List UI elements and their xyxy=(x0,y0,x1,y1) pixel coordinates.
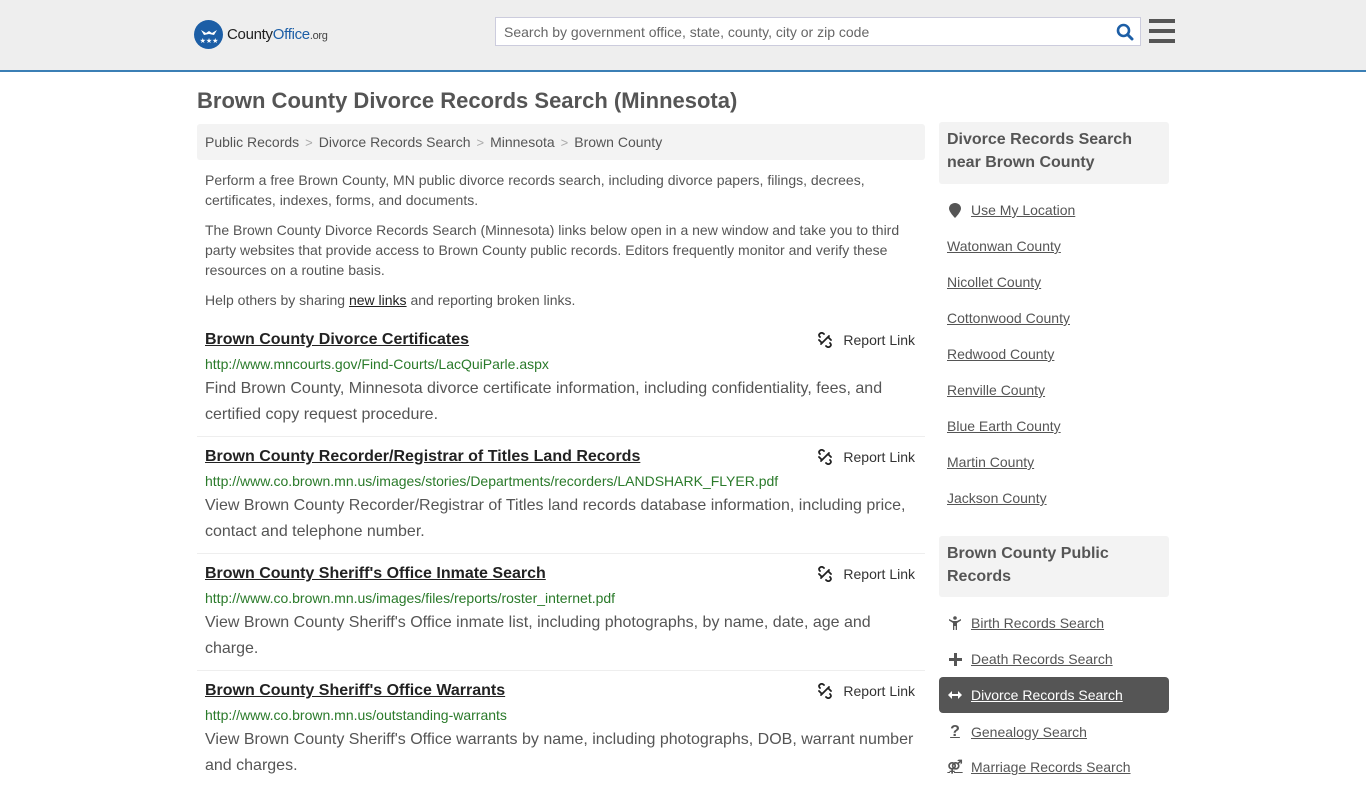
marriage-icon: ⚤ xyxy=(947,759,963,774)
menu-bar-icon xyxy=(1149,19,1175,23)
broken-link-icon xyxy=(818,449,833,465)
result-url[interactable]: http://www.co.brown.mn.us/images/files/r… xyxy=(205,590,615,606)
result-title-link[interactable]: Brown County Sheriff's Office Warrants xyxy=(205,682,505,700)
menu-bar-icon xyxy=(1149,29,1175,33)
result-description: View Brown County Sheriff's Office inmat… xyxy=(205,614,871,657)
result-item: Brown County Sheriff's Office Inmate Sea… xyxy=(197,565,925,671)
breadcrumb-separator: > xyxy=(476,134,485,150)
result-url[interactable]: http://www.mncourts.gov/Find-Courts/LacQ… xyxy=(205,356,549,372)
breadcrumb-brown-county[interactable]: Brown County xyxy=(574,134,662,150)
result-url[interactable]: http://www.co.brown.mn.us/images/stories… xyxy=(205,473,778,489)
logo-text: CountyOffice.org xyxy=(227,26,328,43)
page-title: Brown County Divorce Records Search (Min… xyxy=(197,88,738,113)
marriage-records-label: Marriage Records Search xyxy=(971,759,1131,775)
breadcrumb-public-records[interactable]: Public Records xyxy=(205,134,299,150)
child-icon xyxy=(947,616,963,630)
menu-bar-icon xyxy=(1149,39,1175,43)
search-bar xyxy=(495,17,1141,46)
nearby-heading: Divorce Records Search near Brown County xyxy=(939,122,1169,184)
broken-link-icon xyxy=(818,683,833,699)
nearby-county-link[interactable]: Renville County xyxy=(947,382,1045,398)
help-paragraph: Help others by sharing new links and rep… xyxy=(205,290,905,310)
disclaimer-paragraph: The Brown County Divorce Records Search … xyxy=(205,222,900,278)
result-title-link[interactable]: Brown County Divorce Certificates xyxy=(205,331,469,349)
logo-eagle-icon: ★★★ xyxy=(194,20,223,49)
death-records-link[interactable]: Death Records Search xyxy=(947,651,1113,667)
divorce-records-link[interactable]: Divorce Records Search xyxy=(947,687,1123,703)
nearby-county-link[interactable]: Cottonwood County xyxy=(947,310,1070,326)
search-button[interactable] xyxy=(1110,18,1140,45)
new-links-link[interactable]: new links xyxy=(349,292,407,308)
help-text: Help others by sharing xyxy=(205,292,349,308)
use-my-location-label: Use My Location xyxy=(971,202,1076,218)
result-url[interactable]: http://www.co.brown.mn.us/outstanding-wa… xyxy=(205,707,507,723)
map-marker-icon xyxy=(947,202,963,218)
site-logo[interactable]: ★★★ CountyOffice.org xyxy=(194,20,328,49)
plus-cross-icon xyxy=(947,652,963,666)
svg-text:★★★: ★★★ xyxy=(199,37,218,45)
report-link-label: Report Link xyxy=(843,566,915,582)
report-link-button[interactable]: Report Link xyxy=(817,683,915,699)
nearby-county-link[interactable]: Jackson County xyxy=(947,490,1047,506)
nearby-county-link[interactable]: Redwood County xyxy=(947,346,1054,362)
breadcrumb-separator: > xyxy=(305,134,313,150)
breadcrumb-minnesota[interactable]: Minnesota xyxy=(490,134,555,150)
nearby-county-link[interactable]: Nicollet County xyxy=(947,274,1041,290)
breadcrumb-divorce-records-search[interactable]: Divorce Records Search xyxy=(319,134,471,150)
nearby-county-link[interactable]: Watonwan County xyxy=(947,238,1061,254)
report-link-button[interactable]: Report Link xyxy=(817,449,915,465)
result-description: View Brown County Sheriff's Office warra… xyxy=(205,731,914,774)
arrows-horizontal-icon xyxy=(947,690,963,700)
birth-records-label: Birth Records Search xyxy=(971,615,1105,631)
result-item: Brown County Recorder/Registrar of Title… xyxy=(197,448,925,554)
marriage-records-link[interactable]: ⚤ Marriage Records Search xyxy=(947,759,1131,775)
report-link-label: Report Link xyxy=(843,683,915,699)
result-item: Brown County Sheriff's Office Warrants R… xyxy=(197,682,925,788)
report-link-button[interactable]: Report Link xyxy=(817,332,915,348)
use-my-location-link[interactable]: Use My Location xyxy=(947,202,1075,218)
report-link-button[interactable]: Report Link xyxy=(817,566,915,582)
question-icon: ? xyxy=(950,723,960,740)
search-input[interactable] xyxy=(496,18,1110,45)
result-description: View Brown County Recorder/Registrar of … xyxy=(205,497,906,540)
death-records-label: Death Records Search xyxy=(971,651,1113,667)
result-title-link[interactable]: Brown County Sheriff's Office Inmate Sea… xyxy=(205,565,546,583)
report-link-label: Report Link xyxy=(843,449,915,465)
genealogy-search-link[interactable]: ? Genealogy Search xyxy=(947,723,1087,741)
intro-paragraph: Perform a free Brown County, MN public d… xyxy=(205,172,865,208)
broken-link-icon xyxy=(818,566,833,582)
result-description: Find Brown County, Minnesota divorce cer… xyxy=(205,380,883,423)
nearby-county-link[interactable]: Blue Earth County xyxy=(947,418,1061,434)
divorce-records-label: Divorce Records Search xyxy=(971,687,1123,703)
hamburger-menu-button[interactable] xyxy=(1149,19,1175,43)
result-title-link[interactable]: Brown County Recorder/Registrar of Title… xyxy=(205,448,640,466)
help-text: and reporting broken links. xyxy=(406,292,576,308)
breadcrumb-separator: > xyxy=(560,134,569,150)
nearby-county-link[interactable]: Martin County xyxy=(947,454,1034,470)
breadcrumb: Public Records > Divorce Records Search … xyxy=(197,124,925,160)
report-link-label: Report Link xyxy=(843,332,915,348)
genealogy-search-label: Genealogy Search xyxy=(971,724,1087,740)
birth-records-link[interactable]: Birth Records Search xyxy=(947,615,1104,631)
public-records-heading: Brown County Public Records xyxy=(939,536,1169,597)
result-item: Brown County Divorce Certificates Report… xyxy=(197,331,925,437)
site-header: ★★★ CountyOffice.org xyxy=(0,0,1366,72)
broken-link-icon xyxy=(818,332,833,348)
search-icon xyxy=(1116,23,1134,40)
